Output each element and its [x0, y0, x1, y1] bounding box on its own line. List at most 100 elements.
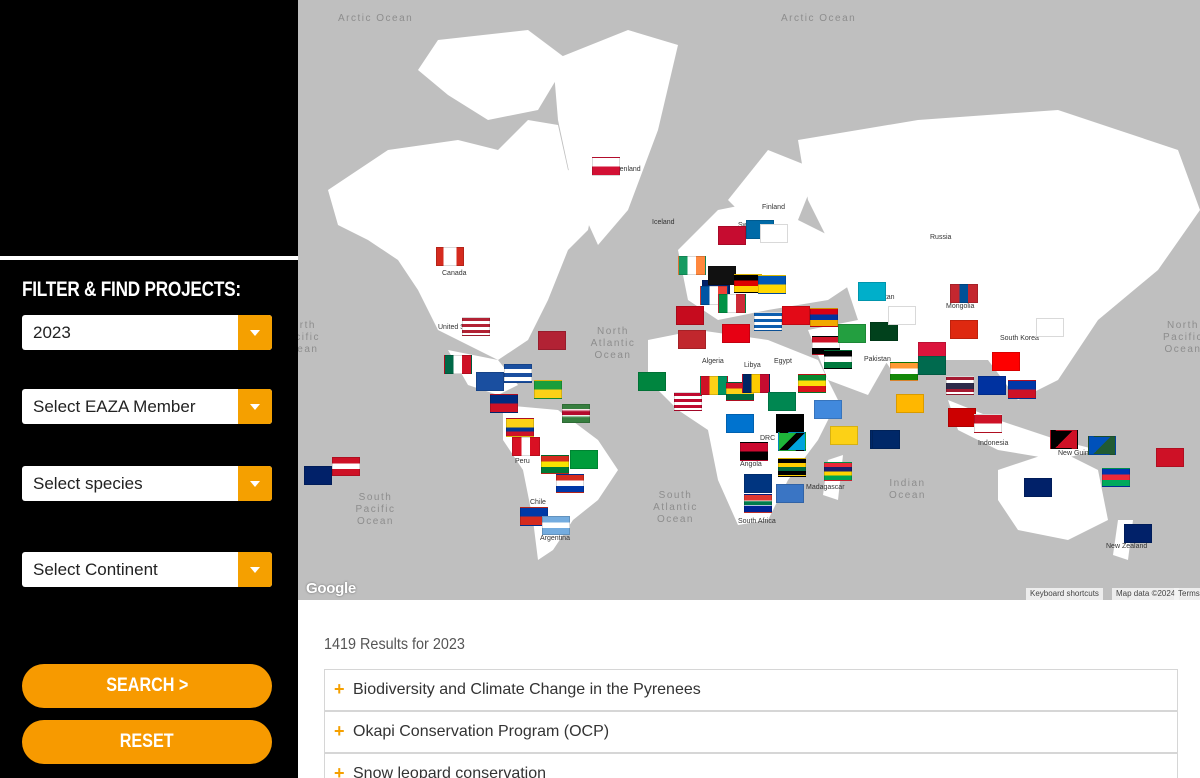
project-marker[interactable] — [718, 226, 746, 245]
place-label: Argentina — [540, 535, 570, 542]
project-marker[interactable] — [974, 414, 1002, 433]
project-marker[interactable] — [810, 308, 838, 327]
project-marker[interactable] — [992, 352, 1020, 371]
project-marker[interactable] — [890, 362, 918, 381]
ocean-label: Arctic Ocean — [781, 13, 857, 24]
project-marker[interactable] — [1036, 318, 1064, 337]
project-marker[interactable] — [444, 355, 472, 374]
project-marker[interactable] — [838, 324, 866, 343]
map-data-label: Map data ©2024 — [1112, 588, 1180, 600]
project-marker[interactable] — [674, 392, 702, 411]
project-marker[interactable] — [562, 404, 590, 423]
project-marker[interactable] — [918, 356, 946, 375]
plus-icon: + — [334, 721, 345, 741]
project-marker[interactable] — [1124, 524, 1152, 543]
chevron-down-icon[interactable] — [238, 466, 272, 501]
result-item[interactable]: + Biodiversity and Climate Change in the… — [324, 669, 1178, 711]
project-marker[interactable] — [776, 414, 804, 433]
results-count: 1419 Results for 2023 — [324, 636, 465, 653]
project-marker[interactable] — [872, 430, 900, 449]
filter-sidebar: FILTER & FIND PROJECTS: 2023 Select EAZA… — [0, 0, 298, 778]
project-marker[interactable] — [768, 392, 796, 411]
continent-select[interactable]: Select Continent — [22, 552, 272, 587]
project-marker[interactable] — [512, 437, 540, 456]
species-select[interactable]: Select species — [22, 466, 272, 501]
keyboard-shortcuts-link[interactable]: Keyboard shortcuts — [1026, 588, 1103, 600]
project-marker[interactable] — [760, 224, 788, 243]
project-marker[interactable] — [814, 400, 842, 419]
project-marker[interactable] — [476, 372, 504, 391]
project-marker[interactable] — [830, 426, 858, 445]
year-select[interactable]: 2023 — [22, 315, 272, 350]
project-marker[interactable] — [740, 442, 768, 461]
project-marker[interactable] — [504, 364, 532, 383]
project-marker[interactable] — [758, 275, 786, 294]
project-marker[interactable] — [744, 494, 772, 513]
project-marker[interactable] — [950, 320, 978, 339]
project-marker[interactable] — [896, 394, 924, 413]
project-marker[interactable] — [888, 306, 916, 325]
chevron-down-icon[interactable] — [238, 389, 272, 424]
project-marker[interactable] — [782, 306, 810, 325]
project-marker[interactable] — [1156, 448, 1184, 467]
project-marker[interactable] — [946, 376, 974, 395]
project-marker[interactable] — [742, 374, 770, 393]
project-marker[interactable] — [570, 450, 598, 469]
project-marker[interactable] — [332, 457, 360, 476]
project-marker[interactable] — [541, 455, 569, 474]
project-marker[interactable] — [436, 247, 464, 266]
place-label: Russia — [930, 234, 952, 241]
species-select-value: Select species — [33, 474, 143, 493]
eaza-member-select[interactable]: Select EAZA Member — [22, 389, 272, 424]
project-marker[interactable] — [638, 372, 666, 391]
project-marker[interactable] — [304, 466, 332, 485]
project-marker[interactable] — [490, 394, 518, 413]
project-marker[interactable] — [1024, 478, 1052, 497]
project-marker[interactable] — [858, 282, 886, 301]
project-marker[interactable] — [538, 331, 566, 350]
project-marker[interactable] — [718, 294, 746, 313]
project-marker[interactable] — [824, 350, 852, 369]
project-marker[interactable] — [534, 380, 562, 399]
project-marker[interactable] — [708, 266, 736, 285]
project-marker[interactable] — [798, 374, 826, 393]
project-marker[interactable] — [700, 376, 728, 395]
project-marker[interactable] — [462, 317, 490, 336]
result-item[interactable]: + Snow leopard conservation — [324, 753, 1178, 778]
chevron-down-icon[interactable] — [238, 315, 272, 350]
terms-link[interactable]: Terms — [1174, 588, 1200, 600]
project-marker[interactable] — [678, 330, 706, 349]
project-marker[interactable] — [556, 474, 584, 493]
ocean-label: South Atlantic Ocean — [653, 490, 698, 525]
project-marker[interactable] — [948, 408, 976, 427]
project-marker[interactable] — [744, 474, 772, 493]
project-marker[interactable] — [778, 458, 806, 477]
project-marker[interactable] — [778, 432, 806, 451]
world-map[interactable]: Arctic Ocean Arctic Ocean North Atlantic… — [298, 0, 1200, 600]
project-marker[interactable] — [676, 306, 704, 325]
project-marker[interactable] — [726, 414, 754, 433]
project-marker[interactable] — [678, 256, 706, 275]
project-marker[interactable] — [722, 324, 750, 343]
search-button[interactable]: SEARCH > — [22, 664, 272, 708]
place-label: Canada — [442, 270, 467, 277]
place-label: New Zealand — [1106, 543, 1148, 550]
reset-button[interactable]: RESET — [22, 720, 272, 764]
result-item[interactable]: + Okapi Conservation Program (OCP) — [324, 711, 1178, 753]
project-marker[interactable] — [776, 484, 804, 503]
project-marker[interactable] — [978, 376, 1006, 395]
project-marker[interactable] — [542, 516, 570, 535]
ocean-label: North Pacific Ocean — [1163, 320, 1200, 355]
project-marker[interactable] — [950, 284, 978, 303]
project-marker[interactable] — [754, 312, 782, 331]
place-label: Iceland — [652, 219, 675, 226]
chevron-down-icon[interactable] — [238, 552, 272, 587]
project-marker[interactable] — [1050, 430, 1078, 449]
filter-title: FILTER & FIND PROJECTS: — [22, 278, 241, 301]
project-marker[interactable] — [1008, 380, 1036, 399]
project-marker[interactable] — [824, 462, 852, 481]
project-marker[interactable] — [592, 157, 620, 176]
project-marker[interactable] — [1102, 468, 1130, 487]
project-marker[interactable] — [1088, 436, 1116, 455]
project-marker[interactable] — [506, 418, 534, 437]
